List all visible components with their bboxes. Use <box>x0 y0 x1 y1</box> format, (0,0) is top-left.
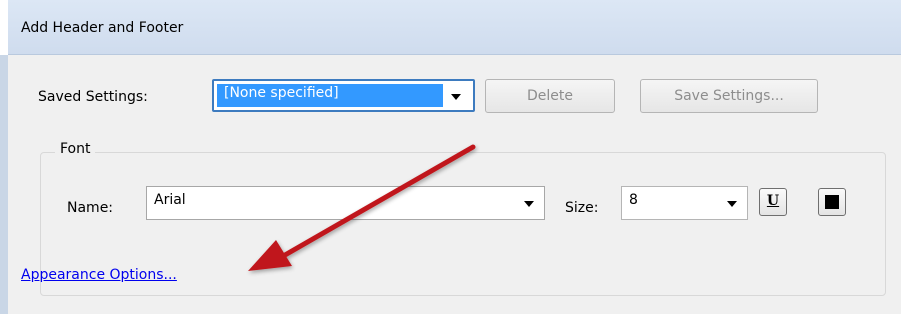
saved-settings-value: [None specified] <box>224 85 339 101</box>
save-settings-button[interactable]: Save Settings... <box>640 79 818 113</box>
delete-button[interactable]: Delete <box>485 79 615 113</box>
dropdown-button[interactable] <box>443 83 471 108</box>
font-name-value: Arial <box>154 192 186 208</box>
font-name-dropdown[interactable]: Arial <box>146 186 545 220</box>
font-name-label: Name: <box>67 200 114 216</box>
font-size-value: 8 <box>629 192 638 208</box>
dialog-body: Saved Settings: [None specified] Delete … <box>8 55 901 314</box>
font-size-label: Size: <box>565 200 599 216</box>
chevron-down-icon <box>524 201 534 207</box>
title-bar: Add Header and Footer <box>8 0 901 55</box>
saved-settings-dropdown[interactable]: [None specified] <box>212 79 475 112</box>
color-swatch-icon <box>825 195 839 209</box>
dialog-window: Add Header and Footer Saved Settings: [N… <box>0 0 901 314</box>
window-left-border <box>0 55 8 314</box>
appearance-options-link[interactable]: Appearance Options... <box>21 267 177 283</box>
chevron-down-icon <box>451 93 461 100</box>
underline-button[interactable]: U <box>759 188 787 216</box>
font-group-label: Font <box>55 141 96 157</box>
saved-settings-label: Saved Settings: <box>38 89 148 105</box>
font-size-dropdown[interactable]: 8 <box>621 186 748 220</box>
chevron-down-icon <box>727 201 737 207</box>
font-color-button[interactable] <box>818 188 846 216</box>
window-title: Add Header and Footer <box>21 20 184 36</box>
underline-icon: U <box>766 193 780 209</box>
